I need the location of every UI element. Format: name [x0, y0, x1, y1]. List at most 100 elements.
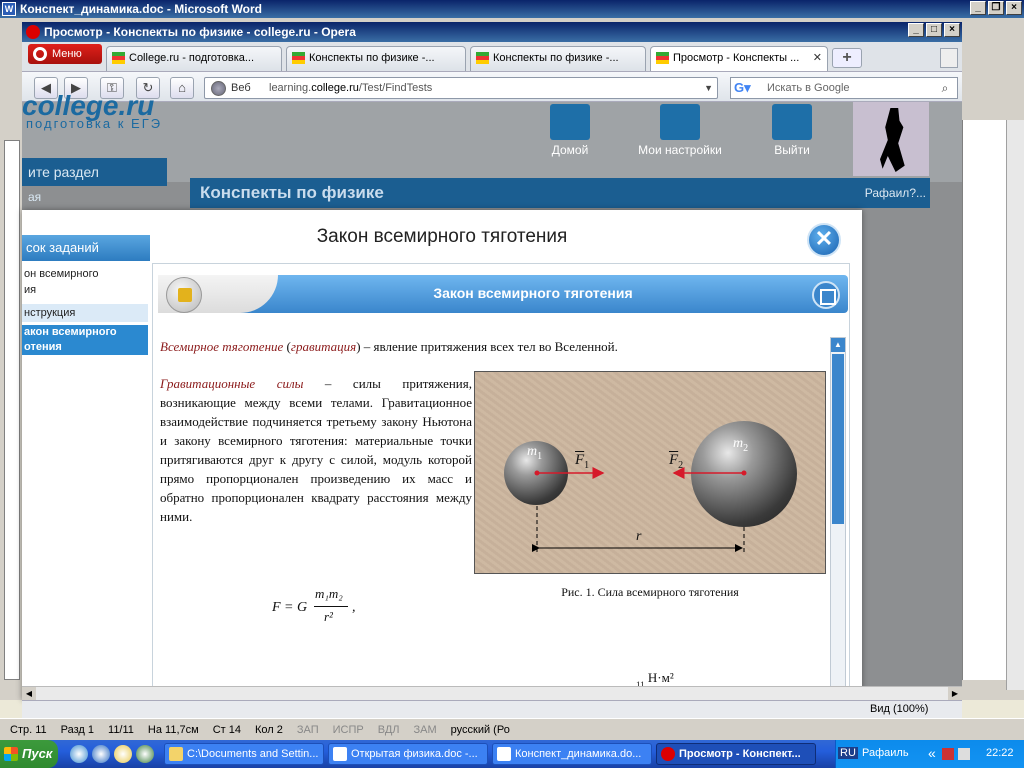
gravity-constant-units: 11 Н·м²: [636, 670, 674, 690]
app-icon[interactable]: [136, 745, 154, 763]
section-choose-header: ите раздел: [22, 158, 167, 186]
volume-icon[interactable]: [958, 748, 970, 760]
tray-app-icon[interactable]: [942, 748, 954, 760]
term-gravity: Всемирное тяготение: [160, 339, 284, 354]
start-button[interactable]: Пуск: [0, 740, 58, 768]
task-item[interactable]: ия: [22, 283, 148, 298]
tab-label: Просмотр - Конспекты ...: [673, 52, 800, 64]
nav-home-label[interactable]: Домой: [530, 143, 610, 157]
status-rec[interactable]: ЗАП: [297, 724, 319, 736]
quicklaunch-icon[interactable]: [70, 745, 88, 763]
tab-label: Конспекты по физике -...: [493, 52, 619, 64]
word-title-bar: W Конспект_динамика.doc - Microsoft Word…: [0, 0, 1024, 18]
opera-close-button[interactable]: ×: [944, 23, 960, 37]
home-button[interactable]: ⌂: [170, 77, 194, 99]
search-icon[interactable]: ⌕: [935, 79, 955, 97]
opera-status-bar: [22, 700, 962, 718]
tab-prosmotr[interactable]: Просмотр - Конспекты ... ✕: [650, 46, 828, 71]
tab-college[interactable]: College.ru - подготовка...: [106, 46, 282, 71]
scroll-left-icon[interactable]: ◀: [22, 687, 36, 700]
opera-horizontal-scrollbar[interactable]: ◀ ▶: [22, 686, 962, 700]
gravity-figure: m1 m2 F1 F2 r: [474, 371, 826, 574]
content-title: Закон всемирного тяготения: [218, 275, 848, 313]
zoom-control[interactable]: Вид (100%): [870, 703, 928, 715]
status-page: Стр. 11: [10, 723, 47, 736]
word-app-icon: W: [2, 2, 16, 16]
search-field[interactable]: G▾ Искать в Google ⌕: [730, 77, 958, 99]
new-tab-button[interactable]: +: [832, 48, 862, 68]
formula-denominator: r²: [324, 609, 333, 624]
tab-close-icon[interactable]: ✕: [813, 47, 822, 70]
formula-fraction-bar: [314, 606, 348, 607]
home-icon[interactable]: [550, 104, 590, 140]
status-pages: 11/11: [108, 723, 134, 736]
taskbar-item-word2[interactable]: Конспект_динамика.do...: [492, 743, 652, 765]
figure-caption: Рис. 1. Сила всемирного тяготения: [561, 585, 739, 599]
status-line: Ст 14: [212, 723, 241, 736]
term-gravitation: гравитация: [290, 339, 357, 354]
opera-title-bar: Просмотр - Конспекты по физике - college…: [22, 22, 962, 42]
minimize-button[interactable]: _: [970, 1, 986, 15]
address-dropdown-icon[interactable]: ▼: [704, 78, 713, 98]
user-name[interactable]: Рафаил?...: [865, 178, 926, 208]
label-f2: F2: [669, 452, 684, 471]
taskbar-item-word1[interactable]: Открытая физика.doc -...: [328, 743, 488, 765]
tray-chevron-icon[interactable]: «: [928, 745, 936, 761]
taskbar-item-explorer[interactable]: C:\Documents and Settin...: [164, 743, 324, 765]
task-item-instruction[interactable]: нструкция: [22, 304, 148, 322]
tab-konspekty-1[interactable]: Конспекты по физике -...: [286, 46, 466, 71]
status-trk[interactable]: ИСПР: [333, 724, 364, 736]
opera-maximize-button[interactable]: □: [926, 23, 942, 37]
label-r: r: [636, 529, 642, 544]
word-vertical-scrollbar[interactable]: [1006, 120, 1024, 690]
trash-icon[interactable]: [940, 48, 958, 68]
site-favicon-icon: [656, 52, 669, 64]
tab-konspekty-2[interactable]: Конспекты по физике -...: [470, 46, 646, 71]
scroll-right-icon[interactable]: ▶: [948, 687, 962, 700]
label-m2: m2: [733, 436, 749, 454]
settings-icon[interactable]: [660, 104, 700, 140]
nav-exit-label[interactable]: Выйти: [752, 143, 832, 157]
web-badge[interactable]: Веб: [209, 80, 259, 96]
opera-minimize-button[interactable]: _: [908, 23, 924, 37]
url-text[interactable]: learning.college.ru/Test/FindTests: [269, 78, 432, 98]
language-indicator[interactable]: RU: [838, 747, 858, 759]
exit-icon[interactable]: [772, 104, 812, 140]
main-header: Конспекты по физике Рафаил?...: [190, 178, 930, 208]
address-bar[interactable]: Веб learning.college.ru/Test/FindTests ▼: [204, 77, 718, 99]
word-doc-icon: [497, 747, 511, 761]
term-grav-forces: Гравитационные силы: [160, 376, 304, 391]
folder-icon[interactable]: [114, 745, 132, 763]
modal-close-icon[interactable]: ✕: [807, 223, 841, 257]
word-doc-icon: [333, 747, 347, 761]
task-item-selected[interactable]: акон всемирного отения: [22, 325, 148, 355]
definition-line: Всемирное тяготение (гравитация) – явлен…: [160, 339, 618, 354]
content-scrollbar[interactable]: ▲: [830, 337, 846, 690]
close-button[interactable]: ×: [1006, 1, 1022, 15]
hint-icon[interactable]: [166, 277, 202, 313]
google-icon[interactable]: G▾: [734, 80, 758, 96]
opera-title-text: Просмотр - Конспекты по физике - college…: [44, 25, 356, 39]
formula-tail: ,: [352, 600, 356, 615]
status-ext[interactable]: ВДЛ: [378, 724, 400, 736]
formula-numerator: m₁m₂: [315, 586, 343, 601]
tab-label: Конспекты по физике -...: [309, 52, 435, 64]
label-m1: m1: [527, 444, 543, 462]
clock[interactable]: 22:22: [986, 747, 1014, 759]
task-item[interactable]: он всемирного: [22, 267, 148, 282]
gravity-forces-paragraph: Гравитационные силы – силы притяжения, в…: [160, 376, 472, 524]
scroll-thumb[interactable]: [832, 354, 844, 524]
opera-logo-icon: [33, 47, 47, 61]
status-ovr[interactable]: ЗАМ: [414, 724, 437, 736]
tray-user[interactable]: Рафаиль: [862, 747, 909, 759]
section-choose-sub[interactable]: ая: [22, 190, 167, 210]
opera-menu-button[interactable]: Меню: [28, 44, 102, 64]
ie-icon[interactable]: [92, 745, 110, 763]
nav-settings-label[interactable]: Мои настройки: [620, 143, 740, 157]
content-title-bar: Закон всемирного тяготения: [158, 275, 848, 315]
restore-button[interactable]: ❐: [988, 1, 1004, 15]
grid-icon[interactable]: [812, 281, 840, 309]
scroll-up-icon[interactable]: ▲: [831, 338, 845, 352]
taskbar-item-opera[interactable]: Просмотр - Конспект...: [656, 743, 816, 765]
folder-icon: [169, 747, 183, 761]
